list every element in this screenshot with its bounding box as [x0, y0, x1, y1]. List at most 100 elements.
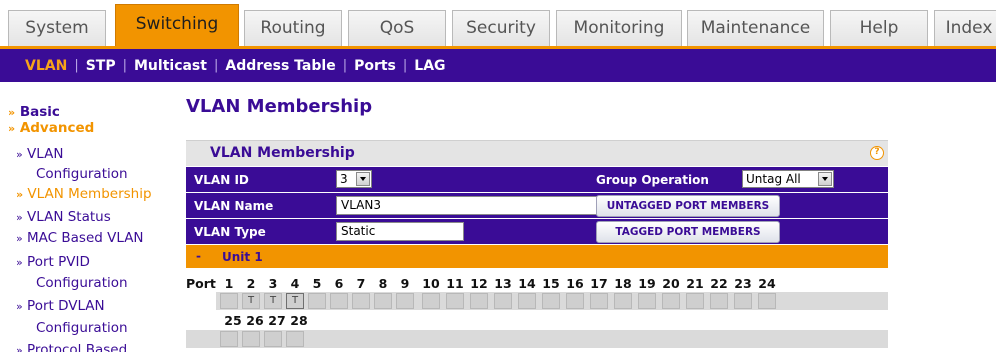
group-operation-label: Group Operation: [596, 173, 709, 187]
menu-item-vlan-configuration[interactable]: » VLAN: [16, 146, 63, 162]
port-grid: Port 1 2 T 3 T 4 T 5 6 7 8 9 10 11 12 13 14 15 16 17 18 19 20 2…: [186, 268, 888, 352]
port-number: 6: [334, 276, 344, 291]
port-toggle-20[interactable]: [662, 293, 680, 309]
menu-item-mac-based-vlan[interactable]: » MAC Based VLAN: [16, 230, 144, 246]
port-number: 27: [268, 313, 286, 328]
chevron-down-icon[interactable]: [356, 172, 370, 186]
menu-item-label: MAC Based VLAN: [27, 230, 144, 246]
port-toggle-27[interactable]: [264, 331, 282, 347]
port-toggle-12[interactable]: [470, 293, 488, 309]
vlan-type-row: VLAN Type Static TAGGED PORT MEMBERS: [186, 218, 888, 244]
port-toggle-11[interactable]: [446, 293, 464, 309]
tagged-port-members-button[interactable]: TAGGED PORT MEMBERS: [596, 221, 780, 243]
subnav-lag[interactable]: LAG: [407, 58, 452, 74]
subnav-multicast[interactable]: Multicast: [127, 58, 214, 74]
port-toggle-8[interactable]: [374, 293, 392, 309]
port-number: 7: [356, 276, 366, 291]
port-toggle-19[interactable]: [638, 293, 656, 309]
tab-maintenance[interactable]: Maintenance: [687, 10, 824, 46]
unit-row[interactable]: - Unit 1: [186, 244, 888, 268]
port-toggle-17[interactable]: [590, 293, 608, 309]
subnav-vlan[interactable]: VLAN: [18, 58, 74, 74]
tab-qos[interactable]: QoS: [348, 10, 446, 46]
port-number: 23: [734, 276, 752, 291]
port-toggle-18[interactable]: [614, 293, 632, 309]
port-toggle-13[interactable]: [494, 293, 512, 309]
chevron-down-icon[interactable]: [818, 172, 832, 186]
port-toggle-16[interactable]: [566, 293, 584, 309]
menu-section-advanced-label: Advanced: [19, 120, 95, 136]
help-icon[interactable]: ?: [870, 146, 884, 160]
port-toggle-15[interactable]: [542, 293, 560, 309]
subnav-address-table[interactable]: Address Table: [218, 58, 342, 74]
port-toggle-3[interactable]: T: [264, 293, 282, 309]
port-toggle-24[interactable]: [758, 293, 776, 309]
port-toggle-2[interactable]: T: [242, 293, 260, 309]
menu-item-label-continued[interactable]: Configuration: [36, 320, 128, 336]
collapse-icon[interactable]: -: [196, 249, 201, 263]
port-toggle-4[interactable]: T: [286, 293, 304, 309]
menu-item-port-dvlan[interactable]: » Port DVLAN: [16, 298, 105, 314]
port-toggle-14[interactable]: [518, 293, 536, 309]
port-number: 1: [224, 276, 234, 291]
arrow-icon: »: [16, 211, 23, 224]
menu-section-basic[interactable]: » Basic: [8, 104, 60, 120]
menu-item-vlan-status[interactable]: » VLAN Status: [16, 209, 111, 225]
tab-switching[interactable]: Switching: [115, 4, 239, 46]
tab-help[interactable]: Help: [830, 10, 928, 46]
tab-system[interactable]: System: [8, 10, 106, 46]
port-toggle-5[interactable]: [308, 293, 326, 309]
port-number: 10: [422, 276, 440, 291]
tab-routing[interactable]: Routing: [244, 10, 342, 46]
menu-item-label-continued[interactable]: Configuration: [36, 275, 128, 291]
menu-item-vlan-membership[interactable]: » VLAN Membership: [16, 186, 152, 202]
tab-index[interactable]: Index: [934, 10, 996, 46]
vlan-name-label: VLAN Name: [194, 199, 274, 213]
port-number: 28: [290, 313, 308, 328]
subnav-stp[interactable]: STP: [79, 58, 123, 74]
menu-item-label-continued[interactable]: Configuration: [36, 166, 128, 182]
port-toggle-23[interactable]: [734, 293, 752, 309]
menu-section-advanced[interactable]: » Advanced: [8, 120, 94, 136]
tab-security[interactable]: Security: [452, 10, 550, 46]
port-toggle-22[interactable]: [710, 293, 728, 309]
port-number: 15: [542, 276, 560, 291]
port-toggle-6[interactable]: [330, 293, 348, 309]
port-number: 4: [290, 276, 300, 291]
port-toggle-28[interactable]: [286, 331, 304, 347]
port-toggle-1[interactable]: [220, 293, 238, 309]
port-number: 13: [494, 276, 512, 291]
vlan-name-row: VLAN Name VLAN3 UNTAGGED PORT MEMBERS: [186, 192, 888, 218]
sub-navigation: VLAN | STP | Multicast | Address Table |…: [0, 46, 996, 82]
port-toggle-25[interactable]: [220, 331, 238, 347]
untagged-port-members-button[interactable]: UNTAGGED PORT MEMBERS: [596, 195, 780, 217]
vlan-name-input[interactable]: VLAN3: [336, 196, 598, 215]
group-operation-value: Untag All: [746, 172, 801, 186]
subnav-ports[interactable]: Ports: [347, 58, 403, 74]
group-operation-select[interactable]: Untag All: [742, 170, 834, 188]
port-toggle-9[interactable]: [396, 293, 414, 309]
port-number: 11: [446, 276, 464, 291]
port-number: 9: [400, 276, 410, 291]
arrow-icon: »: [8, 122, 16, 135]
port-number: 18: [614, 276, 632, 291]
menu-item-label: Port PVID: [27, 254, 90, 270]
left-menu: » Basic » Advanced » VLAN Configuration …: [0, 82, 174, 352]
port-toggle-21[interactable]: [686, 293, 704, 309]
port-toggle-10[interactable]: [422, 293, 440, 309]
menu-section-basic-label: Basic: [19, 104, 60, 120]
port-toggle-7[interactable]: [352, 293, 370, 309]
panel-title: VLAN Membership: [210, 145, 355, 161]
menu-item-protocol-based[interactable]: » Protocol Based: [16, 342, 127, 352]
menu-item-port-pvid[interactable]: » Port PVID: [16, 254, 90, 270]
port-toggle-26[interactable]: [242, 331, 260, 347]
arrow-icon: »: [8, 106, 16, 119]
port-number: 12: [470, 276, 488, 291]
arrow-icon: »: [16, 188, 24, 201]
vlan-id-select[interactable]: 3: [336, 170, 372, 188]
port-header-label: Port: [186, 276, 216, 291]
vlan-id-value: 3: [340, 172, 348, 186]
arrow-icon: »: [16, 232, 23, 245]
menu-item-label: VLAN Status: [27, 209, 111, 225]
tab-monitoring[interactable]: Monitoring: [556, 10, 682, 46]
